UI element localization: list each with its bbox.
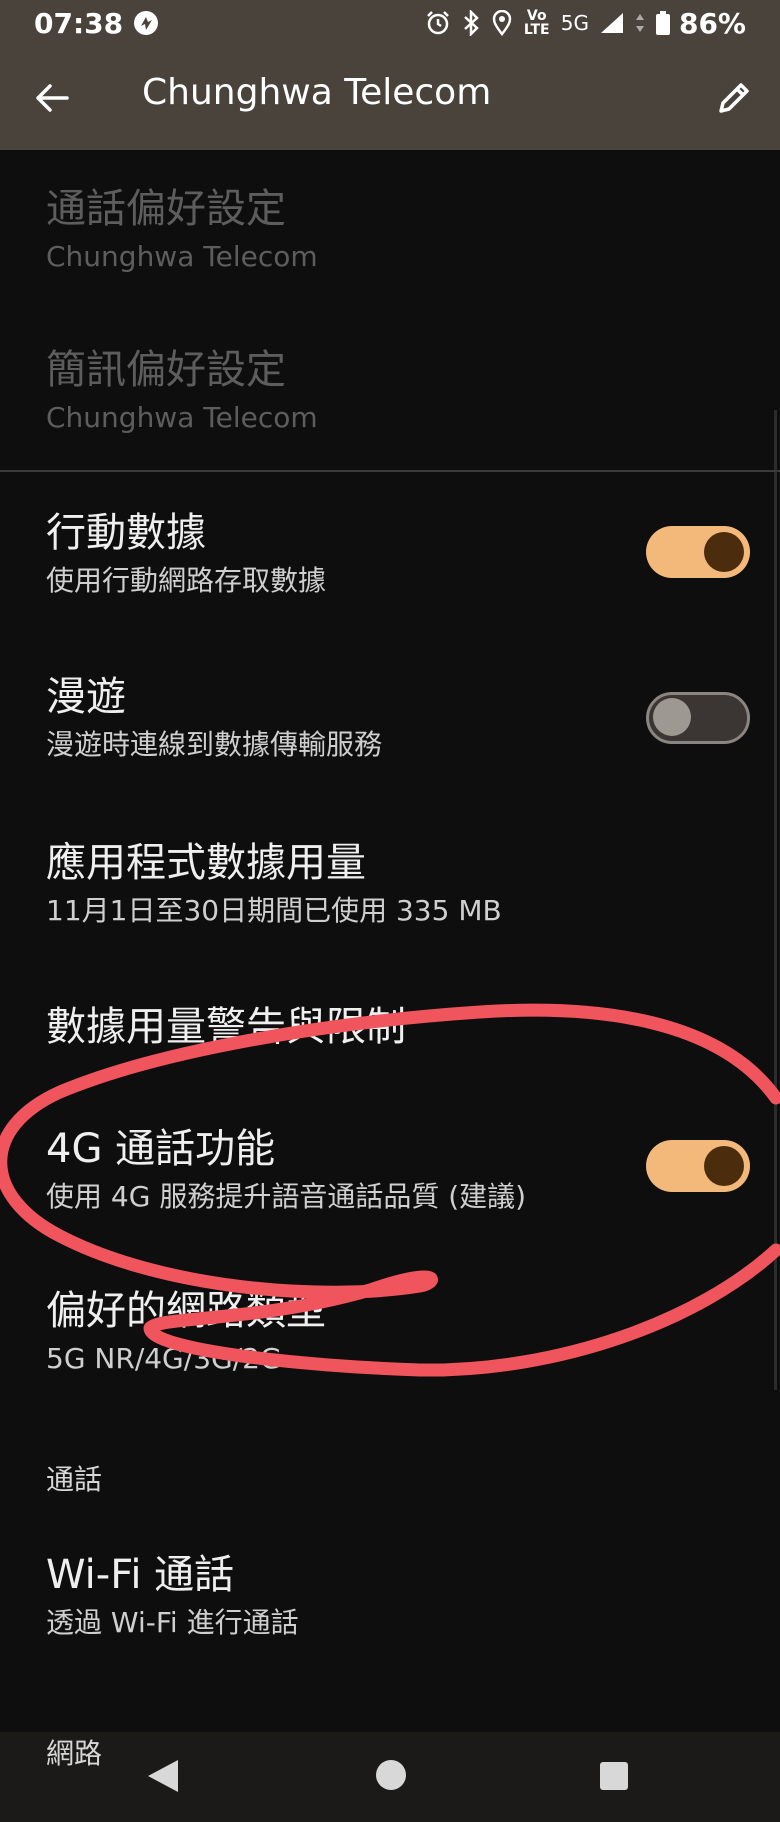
battery-percent: 86% [678,6,746,40]
wifi-calling-title: Wi-Fi 通話 [46,1552,235,1598]
battery-icon [655,10,671,36]
status-time: 07:38 [34,6,124,40]
volte-4g-toggle[interactable] [646,1140,750,1192]
toggle-knob [704,1146,744,1186]
call-preferences-title: 通話偏好設定 [46,186,286,232]
edit-pencil-icon[interactable] [710,74,758,122]
section-divider [0,470,780,472]
mobile-data-toggle[interactable] [646,526,750,578]
sms-preferences-title: 簡訊偏好設定 [46,347,286,393]
sms-preferences-item: 簡訊偏好設定 Chunghwa Telecom [46,345,780,437]
signal-icon [599,11,625,35]
data-warning-limit-title: 數據用量警告與限制 [46,1004,406,1050]
data-warning-limit-item[interactable]: 數據用量警告與限制 [46,1002,780,1052]
sms-preferences-subtitle: Chunghwa Telecom [46,401,318,434]
preferred-network-subtitle: 5G NR/4G/3G/2G [46,1342,282,1375]
toggle-knob [653,698,691,736]
nav-recents-icon[interactable] [598,1760,630,1792]
app-data-usage-subtitle: 11月1日至30日期間已使用 335 MB [46,894,502,927]
wifi-calling-item[interactable]: Wi-Fi 通話 透過 Wi-Fi 進行通話 [46,1550,780,1642]
call-preferences-subtitle: Chunghwa Telecom [46,240,318,273]
page-title: Chunghwa Telecom [142,72,492,113]
alarm-icon [425,10,451,36]
app-notification-icon [133,10,159,36]
preferred-network-type-item[interactable]: 偏好的網路類型 5G NR/4G/3G/2G [46,1286,780,1378]
data-activity-icon [635,12,645,34]
location-icon [491,10,513,36]
status-bar: 07:38 Vo LTE 5G 86% [0,0,780,46]
app-data-usage-item[interactable]: 應用程式數據用量 11月1日至30日期間已使用 335 MB [46,838,780,930]
nav-home-icon[interactable] [374,1758,408,1792]
wifi-calling-subtitle: 透過 Wi-Fi 進行通話 [46,1606,299,1639]
bluetooth-icon [461,10,481,36]
back-arrow-icon[interactable] [30,76,74,120]
section-header-calls: 通話 [46,1463,103,1496]
volte-icon: Vo LTE [523,8,550,38]
navigation-bar: 網路 [0,1732,780,1822]
network-type-text: 5G [560,11,589,35]
nav-back-icon[interactable] [146,1758,180,1794]
preferred-network-title: 偏好的網路類型 [46,1288,326,1334]
call-preferences-item: 通話偏好設定 Chunghwa Telecom [46,184,780,276]
roaming-toggle[interactable] [646,692,750,744]
app-data-usage-title: 應用程式數據用量 [46,840,366,886]
toggle-knob [704,532,744,572]
app-bar: Chunghwa Telecom [0,46,780,150]
section-header-network: 網路 [46,1737,103,1770]
